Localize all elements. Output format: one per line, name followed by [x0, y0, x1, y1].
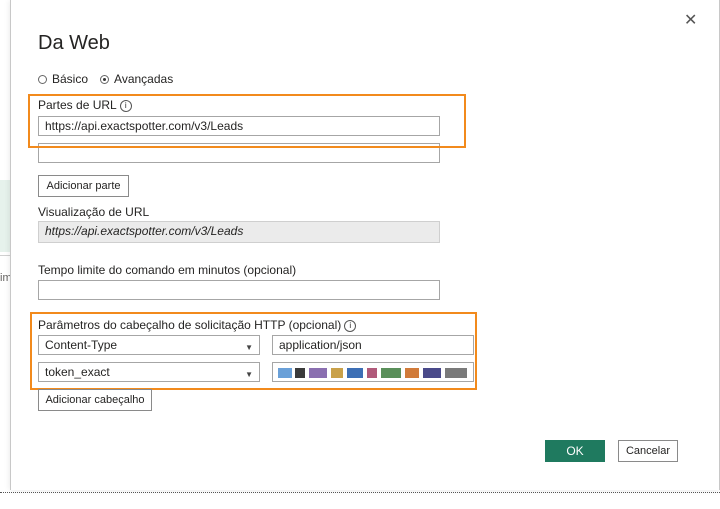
dialog-title: Da Web	[38, 32, 110, 54]
basic-radio-icon[interactable]	[38, 74, 47, 84]
background-divider	[0, 255, 10, 256]
cancel-button[interactable]: Cancelar	[618, 440, 678, 462]
url-preview-label: Visualização de URL	[38, 205, 150, 219]
headers-highlight	[30, 312, 477, 390]
bottom-divider	[0, 492, 720, 493]
url-preview-field: https://api.exactspotter.com/v3/Leads	[38, 221, 440, 243]
mode-radio-group: Básico Avançadas	[38, 72, 173, 86]
url-parts-highlight	[28, 94, 466, 148]
advanced-radio-label[interactable]: Avançadas	[114, 72, 173, 86]
timeout-input[interactable]	[38, 280, 440, 300]
close-icon[interactable]: ✕	[684, 13, 697, 29]
basic-radio-label[interactable]: Básico	[52, 72, 88, 86]
background-panel-strip	[0, 180, 10, 252]
ok-button[interactable]: OK	[545, 440, 605, 462]
advanced-radio-icon[interactable]	[100, 74, 110, 84]
add-part-button[interactable]: Adicionar parte	[38, 175, 129, 197]
add-header-button[interactable]: Adicionar cabeçalho	[38, 389, 152, 411]
timeout-label: Tempo limite do comando em minutos (opci…	[38, 263, 297, 277]
